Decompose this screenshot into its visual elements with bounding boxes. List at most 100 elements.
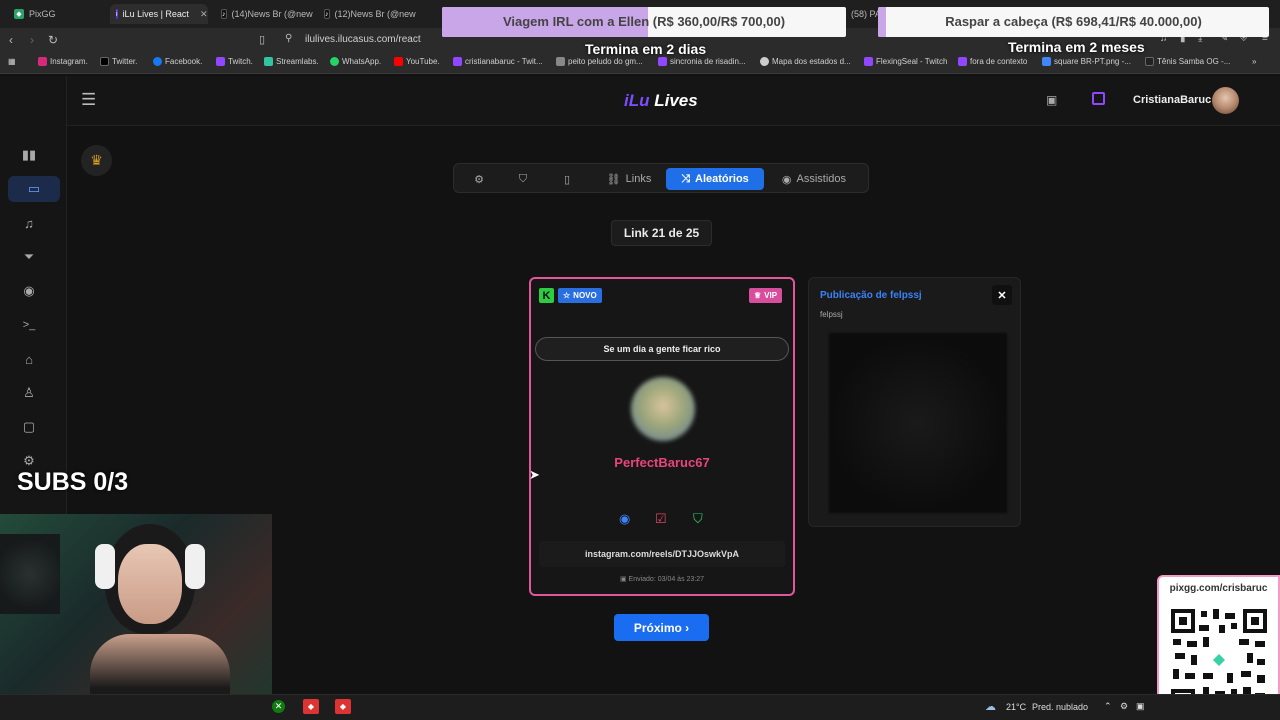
- goal-1-label: Viagem IRL com a Ellen: [502, 14, 650, 29]
- shield-tab-icon[interactable]: ⛉: [512, 168, 534, 190]
- bookmark-page-icon[interactable]: ▯: [259, 33, 265, 46]
- tab-pixgg[interactable]: ◆ PixGG: [8, 4, 108, 24]
- trophy-icon[interactable]: ♛: [81, 145, 112, 176]
- xbox-icon[interactable]: ✕: [272, 700, 285, 713]
- bookmark-facebook[interactable]: Facebook.: [153, 57, 202, 66]
- bookmark-instagram[interactable]: Instagram.: [38, 57, 88, 66]
- bookmark-streamlabs[interactable]: Streamlabs.: [264, 57, 319, 66]
- link-counter: Link 21 de 25: [611, 220, 712, 246]
- star-icon: ☆: [563, 291, 571, 300]
- goal-1-amount: (R$ 360,00/R$ 700,00): [652, 14, 786, 29]
- link-title: Se um dia a gente ficar rico: [535, 337, 789, 361]
- gift-icon[interactable]: ⌂: [18, 349, 40, 369]
- bookmark-twitter[interactable]: Twitter.: [100, 57, 137, 66]
- subs-counter: SUBS 0/3: [17, 468, 129, 496]
- headphone-left: [95, 544, 115, 589]
- tray-icon-1[interactable]: ⚙: [1120, 701, 1128, 712]
- site-info-icon[interactable]: ⚲: [285, 33, 292, 44]
- package-icon[interactable]: ▣: [1046, 93, 1057, 107]
- streamer-face: [118, 544, 182, 624]
- bookmark-whatsapp[interactable]: WhatsApp.: [330, 57, 381, 66]
- bookmark-square[interactable]: square BR-PT.png -...: [1042, 57, 1131, 66]
- camera-icon[interactable]: ◉: [18, 281, 40, 301]
- tray-icon-2[interactable]: ▣: [1136, 701, 1145, 712]
- tab-news-1[interactable]: ♪ (14)News Br (@new: [215, 4, 315, 24]
- bookmark-flexingseal[interactable]: FlexingSeal - Twitch: [864, 57, 947, 66]
- preview-subtitle: felpssj: [820, 310, 843, 319]
- ilu-favicon: i: [116, 9, 118, 19]
- cloud-icon[interactable]: ☁: [985, 700, 996, 713]
- submitter-avatar: [631, 377, 695, 441]
- shield-check-icon[interactable]: ⛉: [693, 511, 703, 527]
- bookmark-mapa[interactable]: Mapa dos estados d...: [760, 57, 851, 66]
- tiktok-icon: ♪: [324, 9, 330, 19]
- music-icon[interactable]: ♫: [18, 213, 40, 233]
- link-icon: ⛓: [606, 173, 621, 186]
- fan-image: [0, 534, 60, 614]
- weather-temp[interactable]: 21°C: [1006, 702, 1026, 712]
- back-icon[interactable]: ‹: [9, 33, 13, 47]
- submitter-username: PerfectBaruc67: [614, 455, 710, 470]
- chat-icon[interactable]: ▢: [18, 417, 40, 437]
- mouse-cursor-icon: ➤: [529, 467, 540, 482]
- chart-icon[interactable]: ▮▮: [18, 145, 40, 165]
- reload-icon[interactable]: ↻: [48, 33, 58, 47]
- settings-tab-icon[interactable]: ⚙: [468, 168, 490, 190]
- badge-icon[interactable]: ♙: [18, 383, 40, 403]
- goal-2-amount: (R$ 698,41/R$ 40.000,00): [1051, 14, 1202, 29]
- bookmark-youtube[interactable]: YouTube.: [394, 57, 440, 66]
- username[interactable]: CristianaBaruc: [1133, 94, 1211, 106]
- check-icon[interactable]: ☑: [655, 511, 667, 527]
- tab-random[interactable]: ⤨ Aleatórios: [666, 168, 764, 190]
- view-toolbar: ⚙ ⛉ ▯ ⛓ Links ⤨ Aleatórios ◉ Assistidos: [453, 163, 869, 193]
- tab-ilu-lives[interactable]: i iLu Lives | React ✕: [110, 4, 208, 24]
- kick-icon: K: [539, 288, 554, 303]
- terminal-icon[interactable]: >_: [18, 315, 40, 335]
- goal-1-deadline: Termina em 2 dias: [585, 41, 707, 57]
- crown-icon: ♕: [754, 291, 762, 300]
- twitch-icon[interactable]: [1092, 92, 1105, 105]
- preview-title: Publicação de felpssj: [820, 290, 922, 301]
- hamburger-icon[interactable]: ☰: [81, 90, 96, 110]
- bookmark-cristianabaruc[interactable]: cristianabaruc - Twit...: [453, 57, 543, 66]
- bookmark-tenis[interactable]: Tênis Samba OG -...: [1145, 57, 1230, 66]
- more-bookmarks-icon[interactable]: »: [1252, 57, 1256, 66]
- tab-news-2[interactable]: ♪ (12)News Br (@new: [318, 4, 418, 24]
- close-icon[interactable]: ✕: [992, 285, 1012, 305]
- tab-watched[interactable]: ◉ Assistidos: [772, 168, 856, 190]
- url-field[interactable]: ilulives.ilucasus.com/react: [305, 34, 421, 45]
- tablet-tab-icon[interactable]: ▯: [556, 168, 578, 190]
- monitor-icon[interactable]: ▭: [8, 176, 60, 202]
- goal-bar-1: Viagem IRL com a Ellen (R$ 360,00/R$ 700…: [442, 7, 846, 37]
- preview-card: Publicação de felpssj felpssj ✕: [808, 277, 1021, 527]
- calendar-icon: ▣: [619, 576, 627, 583]
- tray-chevron-icon[interactable]: ⌃: [1104, 701, 1112, 712]
- brand-logo: iLu Lives: [624, 91, 698, 110]
- headphone-right: [185, 544, 205, 589]
- next-button[interactable]: Próximo ›: [614, 614, 709, 641]
- view-eye-icon[interactable]: ◉: [619, 511, 630, 527]
- bookmark-peito[interactable]: peito peludo do gm...: [556, 57, 643, 66]
- app-icon-2[interactable]: ◆: [335, 699, 351, 714]
- avatar[interactable]: [1212, 87, 1239, 114]
- filter-icon[interactable]: ⏷: [18, 247, 40, 267]
- taskbar: ✕ ◆ ◆ ☁ 21°C Pred. nublado ⌃ ⚙ ▣: [0, 694, 1280, 720]
- apps-icon[interactable]: ▦: [8, 57, 16, 66]
- new-badge: ☆ NOVO: [558, 288, 602, 303]
- vip-badge: ♕ VIP: [749, 288, 783, 303]
- goal-2-label: Raspar a cabeça: [945, 14, 1048, 29]
- bookmark-twitch[interactable]: Twitch.: [216, 57, 253, 66]
- weather-desc[interactable]: Pred. nublado: [1032, 702, 1088, 712]
- bookmark-sincronia[interactable]: sincronia de risadin...: [658, 57, 746, 66]
- preview-embed[interactable]: [829, 333, 1007, 513]
- bookmark-fora-de-contexto[interactable]: fora de contexto: [958, 57, 1027, 66]
- app-icon-1[interactable]: ◆: [303, 699, 319, 714]
- forward-icon[interactable]: ›: [30, 33, 34, 47]
- close-tab-icon[interactable]: ✕: [200, 9, 208, 20]
- app-header: iLu ☰ iLu Lives ▣ CristianaBaruc: [0, 76, 1280, 126]
- webcam-feed: [0, 514, 272, 720]
- tiktok-icon: ♪: [221, 9, 227, 19]
- link-url[interactable]: instagram.com/reels/DTJJOswkVpA: [539, 541, 785, 567]
- eye-icon: ◉: [781, 173, 792, 186]
- tab-links[interactable]: ⛓ Links: [600, 168, 658, 190]
